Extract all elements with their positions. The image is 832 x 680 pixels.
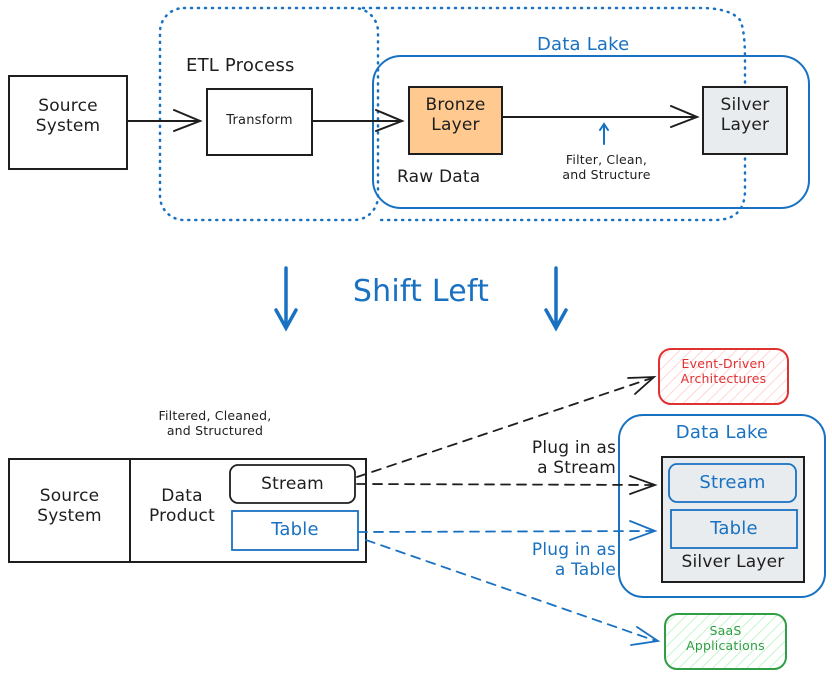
saas-line1: SaaS [709, 623, 742, 638]
lake-table-label: Table [710, 518, 758, 539]
product-stream-label: Stream [261, 474, 324, 494]
arrow-source-to-transform [126, 109, 203, 132]
plug-stream-label: Plug in as a Stream [496, 438, 616, 479]
product-line2: Product [149, 506, 215, 527]
bronze-layer-label: Bronze Layer [409, 95, 502, 136]
event-driven-label: Event-Driven Architectures [659, 356, 788, 386]
silver-line1: Silver [720, 95, 770, 115]
filter-clean-label: Filter, Clean, and Structure [544, 152, 669, 182]
data-product-label: Data Product [136, 486, 228, 527]
filter-line1: Filter, Clean, [565, 152, 648, 167]
arrow-transform-to-bronze [311, 109, 405, 132]
source-system-label-top: Source System [9, 96, 127, 137]
arrow-table-to-lake-table [357, 530, 655, 533]
bronze-line1: Bronze [425, 95, 486, 115]
silver-line2: Layer [720, 115, 770, 136]
filtered-line1: Filtered, Cleaned, [158, 408, 272, 423]
filtered-cleaned-label: Filtered, Cleaned, and Structured [135, 408, 295, 438]
shift-left-arrow-left [274, 266, 298, 332]
silver-layer-label-bottom: Silver Layer [681, 552, 785, 572]
shift-left-arrow-right [544, 266, 568, 332]
filter-line2: and Structure [562, 167, 651, 182]
silver-layer-label-top: Silver Layer [703, 95, 787, 136]
data-lake-label-top: Data Lake [537, 34, 630, 55]
plug-stream-line2: a Stream [537, 458, 616, 479]
product-line1: Data [161, 486, 203, 506]
arrowhead-saas [630, 626, 661, 646]
arrow-bronze-to-silver [501, 105, 700, 128]
data-lake-label-bottom: Data Lake [675, 422, 769, 443]
transform-label: Transform [226, 113, 293, 128]
source-line2: System [35, 116, 101, 137]
shift-left-title: Shift Left [352, 274, 490, 309]
event-line2: Architectures [680, 371, 767, 386]
event-line1: Event-Driven [681, 356, 766, 371]
lake-stream-label: Stream [699, 472, 766, 493]
saas-line2: Applications [686, 638, 765, 653]
etl-process-label: ETL Process [186, 55, 295, 76]
bronze-line2: Layer [431, 115, 480, 136]
source-bottom-line1: Source [39, 486, 100, 506]
saas-label: SaaS Applications [665, 623, 786, 653]
plug-stream-line1: Plug in as [531, 438, 616, 458]
raw-data-label: Raw Data [397, 167, 481, 187]
source-system-label-bottom: Source System [9, 486, 130, 527]
plug-table-line2: a Table [554, 560, 616, 581]
source-line1: Source [38, 96, 98, 116]
arrow-filter-up [599, 122, 609, 145]
source-bottom-line2: System [37, 506, 102, 527]
plug-table-label: Plug in as a Table [494, 540, 616, 581]
product-table-label: Table [271, 519, 319, 540]
plug-table-line1: Plug in as [531, 540, 616, 560]
arrow-stream-to-lake-stream [356, 483, 655, 486]
filtered-line2: and Structured [166, 423, 264, 438]
